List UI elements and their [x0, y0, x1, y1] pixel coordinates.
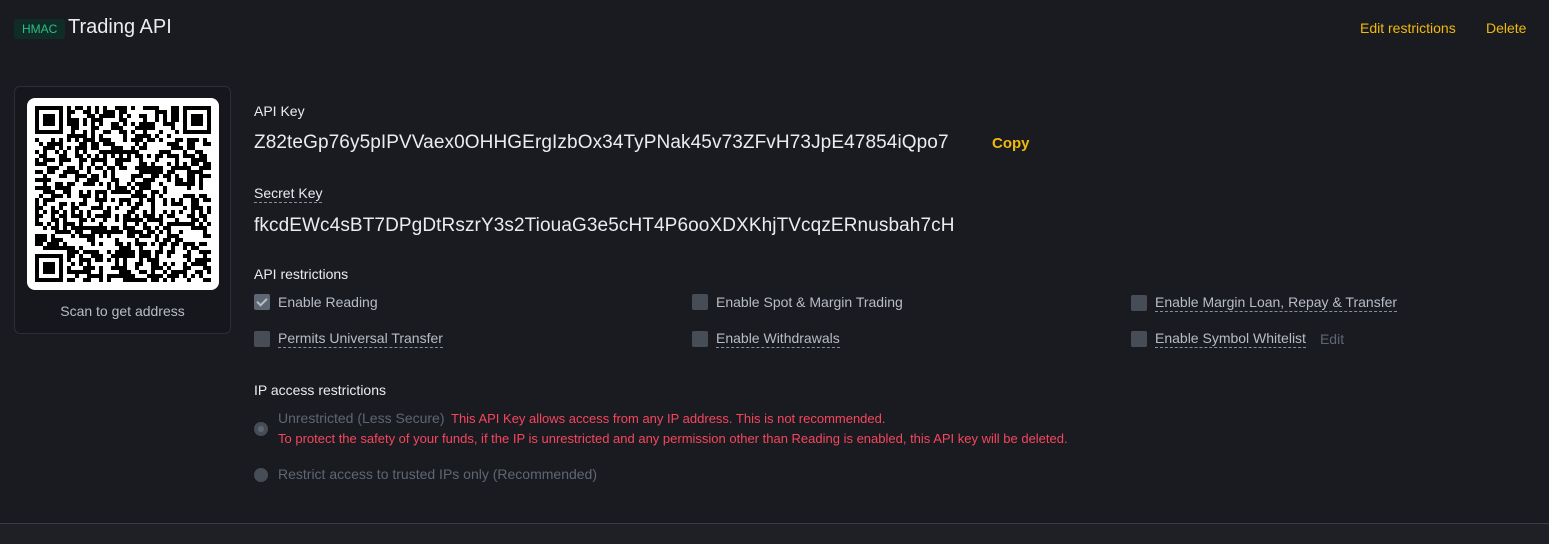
api-key-title: Trading API: [68, 16, 172, 38]
secret-key-value: fkcdEWc4sBT7DPgDtRszrY3s2TiouaG3e5cHT4P6…: [254, 215, 955, 236]
secret-key-label: Secret Key: [254, 185, 323, 203]
edit-restrictions-button[interactable]: Edit restrictions: [1360, 20, 1456, 36]
checkbox[interactable]: [1131, 295, 1147, 311]
delete-button[interactable]: Delete: [1486, 20, 1526, 36]
checkbox-label: Enable Withdrawals: [716, 330, 840, 348]
unrestricted-label: Unrestricted (Less Secure): [278, 410, 445, 426]
api-key-value: Z82teGp76y5pIPVVaex0OHHGErgIzbOx34TyPNak…: [254, 132, 949, 153]
radio-unrestricted[interactable]: [254, 422, 268, 436]
checkbox-label: Enable Symbol Whitelist: [1155, 330, 1306, 348]
radio-restricted[interactable]: [254, 468, 268, 482]
api-key-panel: HMAC Trading API Edit restrictions Delet…: [0, 0, 1549, 524]
restriction-margin-loan[interactable]: Enable Margin Loan, Repay & Transfer: [1131, 294, 1398, 312]
checkbox-label: Enable Margin Loan, Repay & Transfer: [1155, 294, 1398, 312]
api-key-label: API Key: [254, 103, 305, 119]
warning-line-1: This API Key allows access from any IP a…: [451, 411, 886, 426]
restriction-universal-transfer[interactable]: Permits Universal Transfer: [254, 330, 443, 348]
checkbox[interactable]: [692, 294, 708, 310]
checkbox[interactable]: [1131, 331, 1147, 347]
qr-card: Scan to get address: [14, 86, 231, 334]
restriction-enable-reading[interactable]: Enable Reading: [254, 294, 378, 310]
api-restrictions-title: API restrictions: [254, 266, 349, 282]
restricted-label: Restrict access to trusted IPs only (Rec…: [278, 466, 598, 482]
qr-code-image: [35, 106, 211, 282]
checkbox[interactable]: [254, 294, 270, 310]
checkbox-label: Enable Spot & Margin Trading: [716, 294, 903, 310]
warning-line-2: To protect the safety of your funds, if …: [278, 431, 1068, 446]
whitelist-edit-link[interactable]: Edit: [1320, 331, 1344, 347]
hmac-badge: HMAC: [14, 19, 66, 39]
ip-restrictions-title: IP access restrictions: [254, 382, 387, 398]
checkbox[interactable]: [692, 331, 708, 347]
restriction-spot-margin[interactable]: Enable Spot & Margin Trading: [692, 294, 903, 310]
qr-code: [27, 98, 219, 290]
qr-caption: Scan to get address: [60, 303, 185, 319]
checkbox[interactable]: [254, 331, 270, 347]
copy-button[interactable]: Copy: [992, 135, 1030, 152]
checkbox-label: Enable Reading: [278, 294, 378, 310]
checkbox-label: Permits Universal Transfer: [278, 330, 443, 348]
restriction-symbol-whitelist[interactable]: Enable Symbol Whitelist Edit: [1131, 330, 1344, 348]
restriction-withdrawals[interactable]: Enable Withdrawals: [692, 330, 840, 348]
